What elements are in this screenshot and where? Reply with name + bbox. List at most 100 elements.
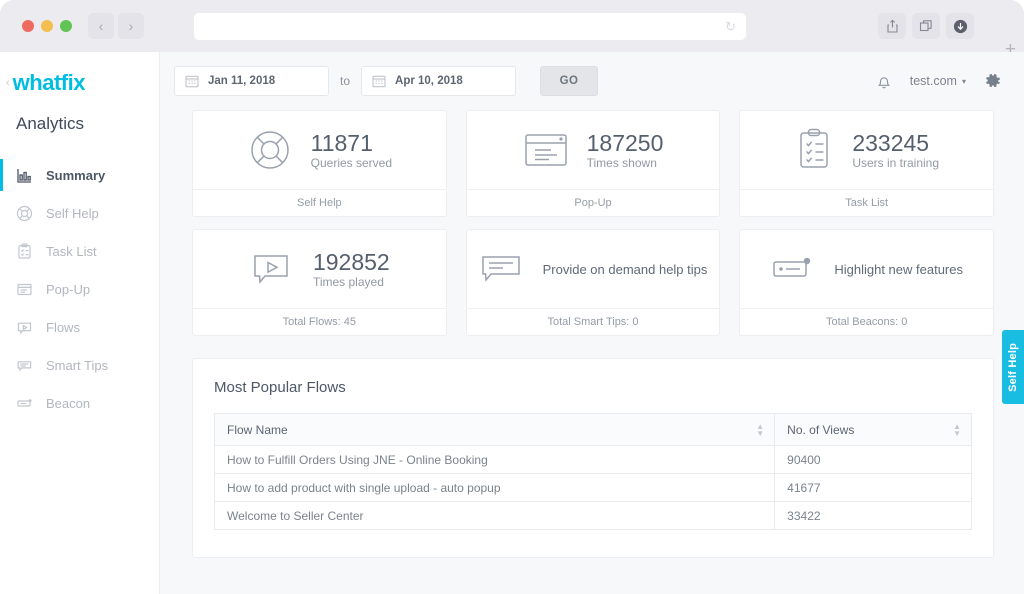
sidebar-item-popup[interactable]: Pop-Up xyxy=(0,270,159,308)
address-bar[interactable]: ↻ xyxy=(194,13,746,40)
stat-card-body: 233245 Users in training xyxy=(740,111,993,189)
sidebar-item-label: Beacon xyxy=(46,396,90,411)
sidebar-item-task-list[interactable]: Task List xyxy=(0,232,159,270)
stat-value: 11871 xyxy=(311,130,392,156)
stat-card-text: 11871 Queries served xyxy=(311,130,392,170)
stat-card-body: 192852 Times played xyxy=(193,230,446,308)
column-label: No. of Views xyxy=(787,423,854,437)
stat-card-footer: Total Smart Tips: 0 xyxy=(467,308,720,335)
download-button[interactable] xyxy=(946,13,974,39)
table-body: How to Fulfill Orders Using JNE - Online… xyxy=(215,446,972,530)
stat-card-footer: Self Help xyxy=(193,189,446,216)
reload-icon[interactable]: ↻ xyxy=(725,20,736,33)
browser-window: ‹ › ↻ + xyxy=(0,0,1024,594)
cell-flow-name: How to Fulfill Orders Using JNE - Online… xyxy=(215,446,775,474)
cell-flow-name: Welcome to Seller Center xyxy=(215,502,775,530)
sidebar-item-label: Self Help xyxy=(46,206,99,221)
sidebar-item-label: Pop-Up xyxy=(46,282,90,297)
stat-card-task-list[interactable]: 233245 Users in training Task List xyxy=(739,110,994,217)
sidebar: ‹ whatfix Analytics Summary xyxy=(0,52,160,594)
collapse-sidebar-icon[interactable]: ‹ xyxy=(6,78,10,89)
navigation-buttons: ‹ › xyxy=(88,13,144,39)
panel-title: Most Popular Flows xyxy=(214,379,972,396)
beacon-icon xyxy=(16,395,33,412)
stat-card-row-1: 11871 Queries served Self Help xyxy=(192,110,994,217)
maximize-window-icon[interactable] xyxy=(60,20,72,32)
sidebar-item-summary[interactable]: Summary xyxy=(0,156,159,194)
stat-label: Users in training xyxy=(852,156,939,170)
speech-icon xyxy=(16,357,33,374)
chevron-down-icon: ▾ xyxy=(962,77,966,86)
browser-actions xyxy=(878,13,974,39)
cell-views: 33422 xyxy=(775,502,972,530)
life-ring-icon xyxy=(16,205,33,222)
sidebar-item-beacon[interactable]: Beacon xyxy=(0,384,159,422)
stat-card-smart-tips[interactable]: Provide on demand help tips Total Smart … xyxy=(466,229,721,336)
table-row[interactable]: How to add product with single upload - … xyxy=(215,474,972,502)
table-header-row: Flow Name ▲▼ No. of Views ▲▼ xyxy=(215,414,972,446)
analytics-toolbar: Jan 11, 2018 to Apr 10, 2018 GO xyxy=(160,52,1024,110)
table-row[interactable]: Welcome to Seller Center 33422 xyxy=(215,502,972,530)
minimize-window-icon[interactable] xyxy=(41,20,53,32)
sidebar-item-flows[interactable]: Flows xyxy=(0,308,159,346)
sort-toggle-icon[interactable]: ▲▼ xyxy=(756,423,764,437)
date-from-input[interactable]: Jan 11, 2018 xyxy=(174,66,329,96)
stat-label: Times played xyxy=(313,275,390,289)
stat-card-beacon[interactable]: Highlight new features Total Beacons: 0 xyxy=(739,229,994,336)
stat-value: 187250 xyxy=(587,130,664,156)
stat-card-body: 11871 Queries served xyxy=(193,111,446,189)
settings-gear-icon[interactable] xyxy=(984,72,1002,90)
sidebar-item-self-help[interactable]: Self Help xyxy=(0,194,159,232)
close-window-icon[interactable] xyxy=(22,20,34,32)
go-button[interactable]: GO xyxy=(540,66,598,96)
column-header-views[interactable]: No. of Views ▲▼ xyxy=(775,414,972,446)
tabs-button[interactable] xyxy=(912,13,940,39)
column-label: Flow Name xyxy=(227,423,288,437)
cell-views: 90400 xyxy=(775,446,972,474)
play-bubble-icon xyxy=(249,248,295,290)
sort-toggle-icon[interactable]: ▲▼ xyxy=(953,423,961,437)
life-ring-icon xyxy=(247,127,293,173)
stat-card-footer: Pop-Up xyxy=(467,189,720,216)
column-header-flow-name[interactable]: Flow Name ▲▼ xyxy=(215,414,775,446)
stat-card-body: Highlight new features xyxy=(740,230,993,308)
main-content: Jan 11, 2018 to Apr 10, 2018 GO xyxy=(160,52,1024,594)
stat-card-body: 187250 Times shown xyxy=(467,111,720,189)
forward-button[interactable]: › xyxy=(118,13,144,39)
stat-card-body: Provide on demand help tips xyxy=(467,230,720,308)
application-root: ‹ whatfix Analytics Summary xyxy=(0,52,1024,594)
back-button[interactable]: ‹ xyxy=(88,13,114,39)
date-to-input[interactable]: Apr 10, 2018 xyxy=(361,66,516,96)
cell-flow-name: How to add product with single upload - … xyxy=(215,474,775,502)
sidebar-item-label: Flows xyxy=(46,320,80,335)
page-title: Analytics xyxy=(0,114,159,134)
beacon-icon xyxy=(770,254,816,284)
window-traffic-lights xyxy=(22,20,72,32)
stat-card-text: 187250 Times shown xyxy=(587,130,664,170)
table-row[interactable]: How to Fulfill Orders Using JNE - Online… xyxy=(215,446,972,474)
brand-logo[interactable]: ‹ whatfix xyxy=(0,70,159,96)
stat-label: Provide on demand help tips xyxy=(543,262,708,277)
calendar-icon xyxy=(372,74,386,88)
stat-card-flows[interactable]: 192852 Times played Total Flows: 45 xyxy=(192,229,447,336)
play-bubble-icon xyxy=(16,319,33,336)
most-popular-flows-panel: Most Popular Flows Flow Name ▲▼ No. of V… xyxy=(192,358,994,558)
notification-bell-icon[interactable] xyxy=(876,73,892,90)
stat-card-text: 233245 Users in training xyxy=(852,130,939,170)
popular-flows-table: Flow Name ▲▼ No. of Views ▲▼ How to Fulf… xyxy=(214,413,972,530)
stat-card-popup[interactable]: 187250 Times shown Pop-Up xyxy=(466,110,721,217)
clipboard-icon xyxy=(16,243,33,260)
date-range-separator: to xyxy=(340,74,350,88)
share-button[interactable] xyxy=(878,13,906,39)
self-help-widget-tab[interactable]: Self Help xyxy=(1002,330,1024,404)
table-head: Flow Name ▲▼ No. of Views ▲▼ xyxy=(215,414,972,446)
toolbar-actions: test.com ▾ xyxy=(876,72,1002,90)
stat-card-self-help[interactable]: 11871 Queries served Self Help xyxy=(192,110,447,217)
sidebar-item-label: Smart Tips xyxy=(46,358,108,373)
cell-views: 41677 xyxy=(775,474,972,502)
sidebar-item-smart-tips[interactable]: Smart Tips xyxy=(0,346,159,384)
account-menu[interactable]: test.com ▾ xyxy=(910,74,966,88)
calendar-icon xyxy=(185,74,199,88)
sidebar-item-label: Task List xyxy=(46,244,97,259)
date-to-value: Apr 10, 2018 xyxy=(395,75,463,87)
